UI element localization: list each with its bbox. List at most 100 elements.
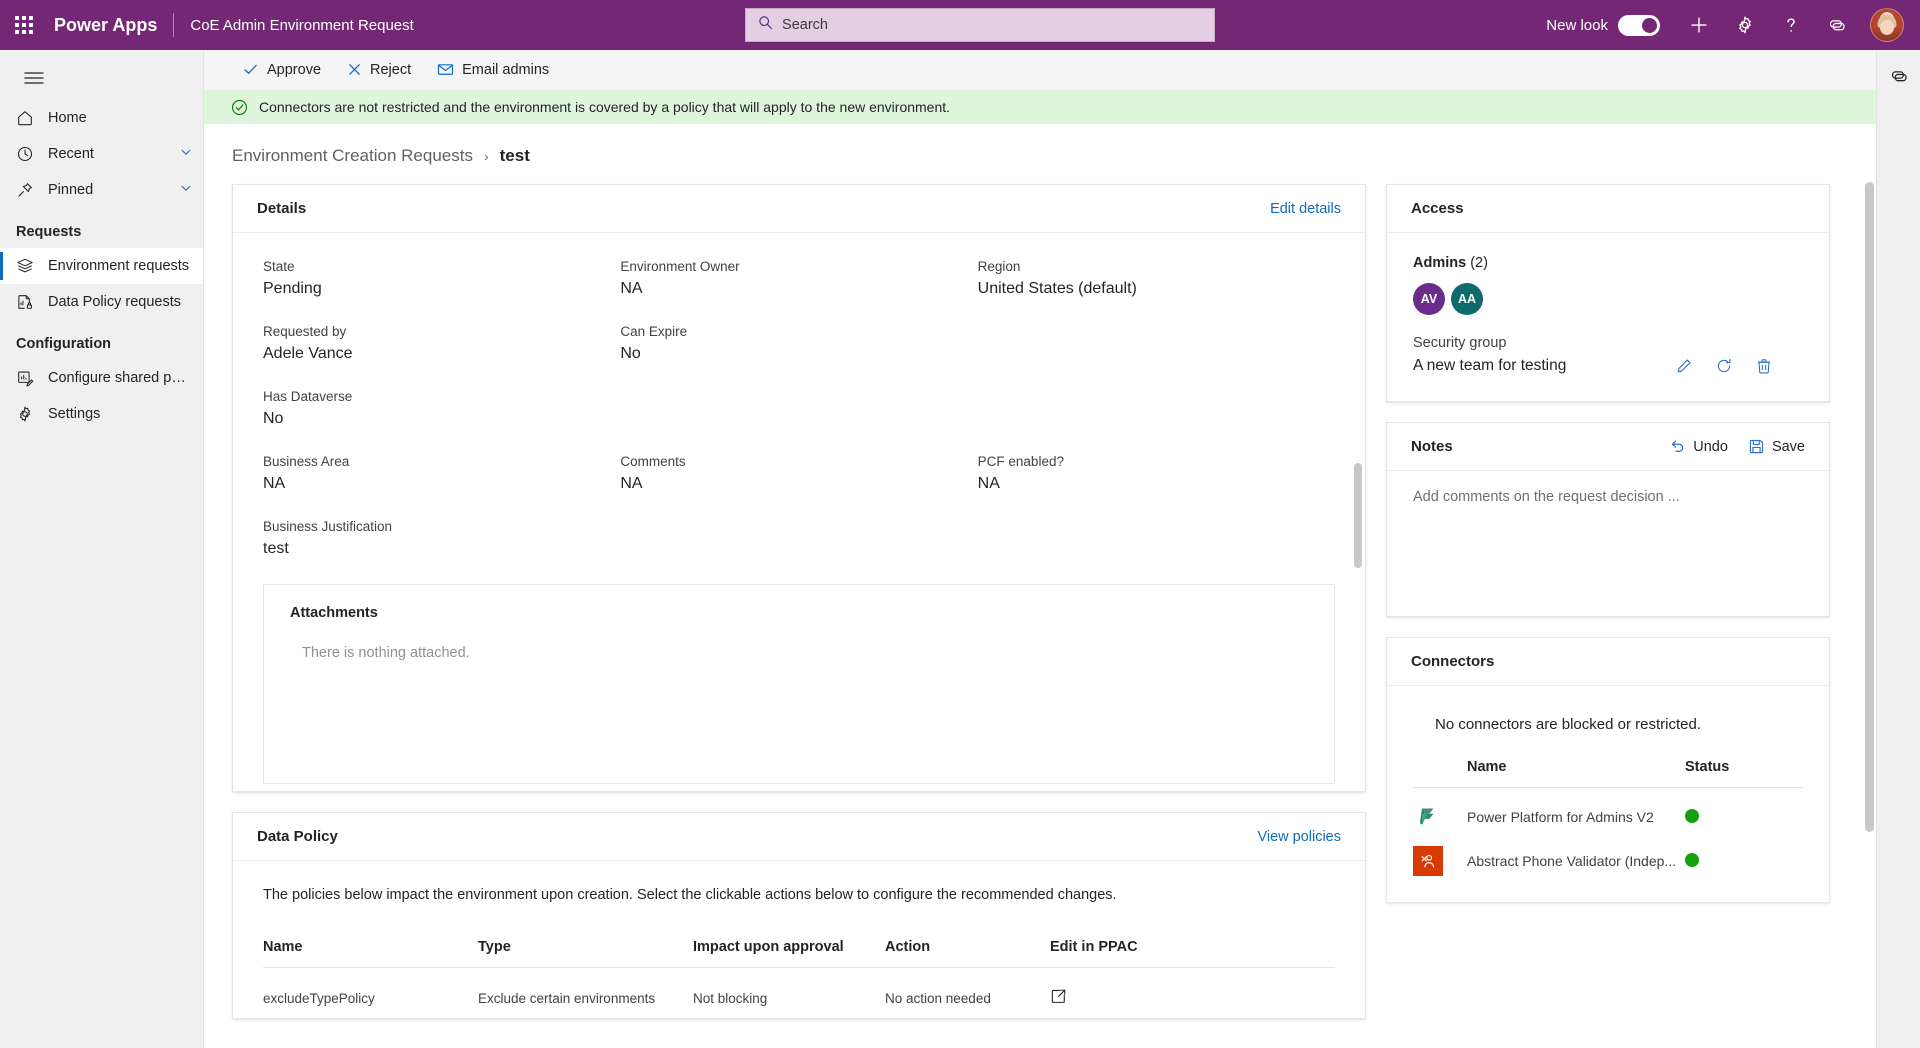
chevron-down-icon[interactable] xyxy=(179,145,193,163)
sidebar-item-label: Home xyxy=(48,110,87,126)
admins-label-text: Admins xyxy=(1413,255,1467,271)
sidebar-item-settings[interactable]: Settings xyxy=(0,396,203,432)
field-value: No xyxy=(263,410,284,427)
sidebar-item-recent[interactable]: Recent xyxy=(0,136,203,172)
avatar-av[interactable]: AV xyxy=(1413,283,1445,315)
data-policy-body: The policies below impact the environmen… xyxy=(233,861,1365,1018)
power-platform-icon xyxy=(1413,802,1443,832)
pin-icon xyxy=(16,181,34,199)
left-content-column: Details Edit details State Pending Envir xyxy=(204,184,1386,1048)
edit-details-link[interactable]: Edit details xyxy=(1270,201,1341,217)
cell-action: No action needed xyxy=(885,990,991,1006)
column-header-edit-in-ppac: Edit in PPAC xyxy=(1050,939,1335,968)
new-look-toggle[interactable] xyxy=(1618,14,1660,36)
detail-field-pcf-enabled: PCF enabled? NA xyxy=(978,454,1335,493)
layers-icon xyxy=(16,257,34,275)
sidebar-item-label: Recent xyxy=(48,146,94,162)
notes-card-header: Notes Undo Save xyxy=(1387,423,1829,471)
open-in-new-icon[interactable] xyxy=(1050,988,1067,1005)
sidebar-item-configure-shared-policies[interactable]: Configure shared pol... xyxy=(0,360,203,396)
approve-button[interactable]: Approve xyxy=(232,54,331,86)
add-icon[interactable] xyxy=(1678,4,1720,46)
field-value: United States (default) xyxy=(977,280,1137,297)
avatar-aa[interactable]: AA xyxy=(1451,283,1483,315)
save-button[interactable]: Save xyxy=(1748,438,1805,455)
refresh-icon[interactable] xyxy=(1715,357,1733,375)
hamburger-menu-icon[interactable] xyxy=(10,56,58,100)
detail-field-can-expire: Can Expire No xyxy=(620,324,977,363)
notes-input[interactable]: Add comments on the request decision ... xyxy=(1387,471,1829,616)
details-card: Details Edit details State Pending Envir xyxy=(232,184,1366,792)
view-policies-link[interactable]: View policies xyxy=(1257,829,1341,845)
field-label: Can Expire xyxy=(620,324,688,339)
undo-button[interactable]: Undo xyxy=(1669,438,1728,455)
success-check-circle-icon xyxy=(231,99,248,116)
status-dot-icon xyxy=(1685,852,1699,867)
cell-connector-name: Abstract Phone Validator (Indep... xyxy=(1467,853,1677,869)
avatar[interactable] xyxy=(1870,8,1904,42)
sidebar-item-environment-requests[interactable]: Environment requests xyxy=(0,248,203,284)
page-scrollbar[interactable] xyxy=(1865,182,1874,832)
email-admins-button[interactable]: Email admins xyxy=(427,54,559,86)
sidebar-item-label: Configure shared pol... xyxy=(48,370,193,386)
status-dot-icon xyxy=(1685,808,1699,823)
details-scrollbar[interactable] xyxy=(1354,463,1362,568)
sidebar-item-label: Data Policy requests xyxy=(48,294,181,310)
search-input[interactable]: Search xyxy=(745,8,1216,42)
sidebar-item-home[interactable]: Home xyxy=(0,100,203,136)
breadcrumb-parent[interactable]: Environment Creation Requests xyxy=(232,146,473,166)
column-header-type: Type xyxy=(478,939,693,968)
field-label: Region xyxy=(977,259,1021,274)
column-header-action: Action xyxy=(885,939,1050,968)
copilot-icon[interactable] xyxy=(1816,4,1858,46)
access-card-header: Access xyxy=(1387,185,1829,233)
cell-edit-in-ppac[interactable] xyxy=(1050,968,1335,1009)
field-value: Adele Vance xyxy=(263,345,353,362)
field-value: Pending xyxy=(263,280,322,297)
table-header-row: Name Type Impact upon approval Action Ed… xyxy=(263,939,1335,968)
access-title: Access xyxy=(1411,200,1464,217)
gear-icon[interactable] xyxy=(1724,4,1766,46)
details-card-header: Details Edit details xyxy=(233,185,1365,233)
data-policy-description: The policies below impact the environmen… xyxy=(263,887,1117,903)
detail-field-environment-owner: Environment Owner NA xyxy=(620,259,977,298)
cell-name: excludeTypePolicy xyxy=(263,990,375,1006)
field-label: State xyxy=(263,259,295,274)
pencil-icon[interactable] xyxy=(1675,357,1693,375)
main-wrapper: Approve Reject Email admins Connectors a… xyxy=(204,50,1920,1048)
help-icon[interactable] xyxy=(1770,4,1812,46)
sidebar-item-label: Pinned xyxy=(48,182,94,198)
table-header-row: Name Status xyxy=(1413,759,1803,788)
details-body: State Pending Environment Owner NA Regio… xyxy=(233,233,1365,791)
command-bar: Approve Reject Email admins xyxy=(204,50,1876,90)
cell-impact: Not blocking xyxy=(693,990,768,1006)
field-value: NA xyxy=(620,280,643,297)
attachments-title: Attachments xyxy=(290,605,378,621)
sidebar-item-data-policy-requests[interactable]: Data Policy requests xyxy=(0,284,203,320)
app-shell: Home Recent Pinned Requests Environment … xyxy=(0,50,1920,1048)
mail-icon xyxy=(437,61,454,78)
home-icon xyxy=(16,109,34,127)
chevron-down-icon[interactable] xyxy=(179,181,193,199)
data-policy-title: Data Policy xyxy=(257,828,338,845)
cell-status xyxy=(1685,788,1803,833)
field-value: No xyxy=(620,345,641,362)
field-label: Has Dataverse xyxy=(263,389,353,404)
trash-icon[interactable] xyxy=(1755,357,1773,375)
copilot-icon[interactable] xyxy=(1881,58,1917,94)
page-title: test xyxy=(499,146,530,165)
data-policy-card: Data Policy View policies The policies b… xyxy=(232,812,1366,1019)
sidebar-item-pinned[interactable]: Pinned xyxy=(0,172,203,208)
clock-icon xyxy=(16,145,34,163)
brand-title[interactable]: Power Apps xyxy=(48,15,173,36)
reject-button[interactable]: Reject xyxy=(337,54,421,86)
app-launcher-icon[interactable] xyxy=(0,1,48,49)
undo-icon xyxy=(1669,438,1686,455)
access-card: Access Admins (2) AV AA Security group A… xyxy=(1386,184,1830,402)
new-look-label: New look xyxy=(1546,16,1608,34)
column-header-status: Status xyxy=(1685,759,1803,788)
attachments-box: Attachments There is nothing attached. xyxy=(263,584,1335,784)
data-policy-card-header: Data Policy View policies xyxy=(233,813,1365,861)
sidebar-item-label: Settings xyxy=(48,406,101,422)
sidebar-item-label: Environment requests xyxy=(48,258,190,274)
